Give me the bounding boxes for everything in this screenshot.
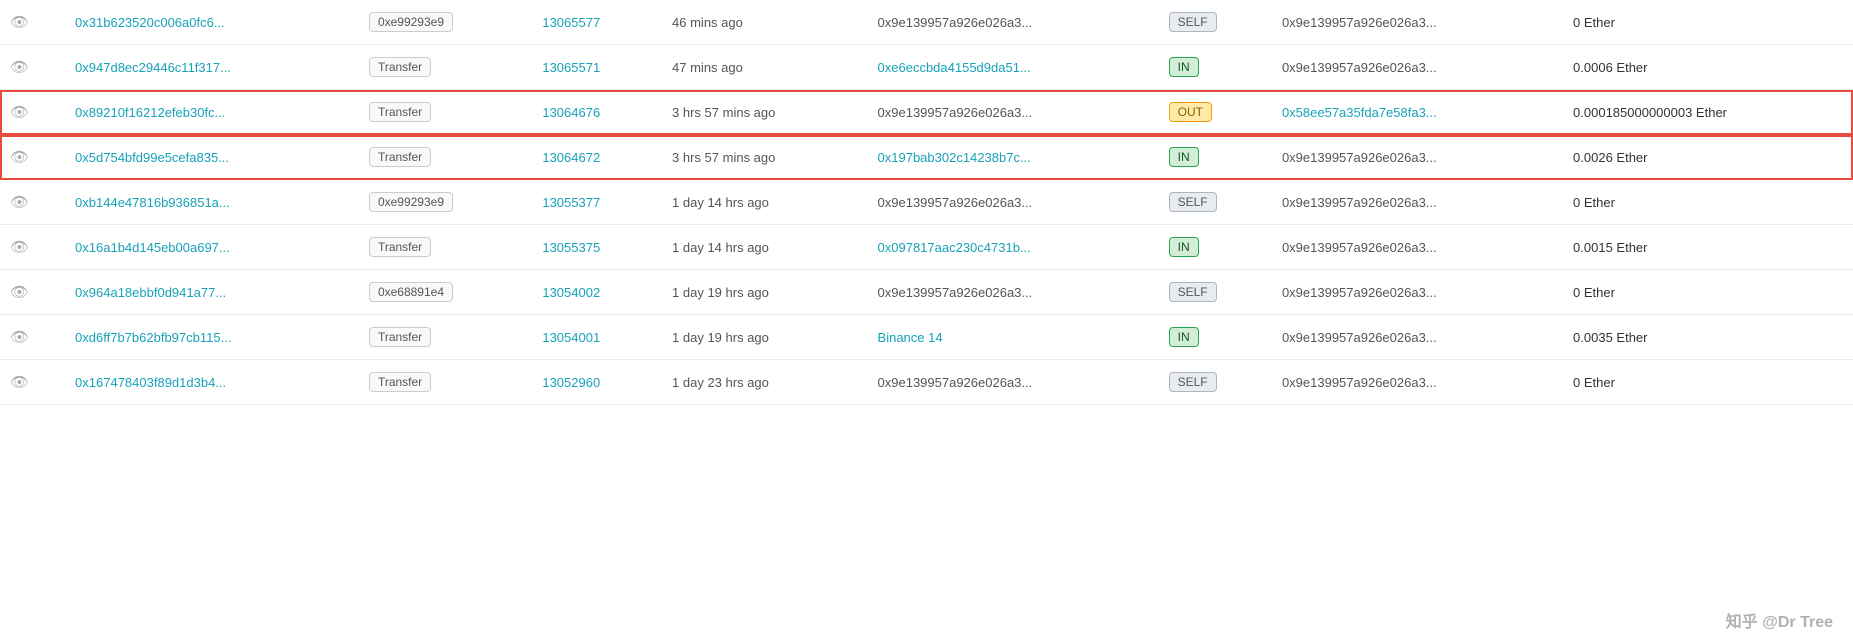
tx-hash-link[interactable]: 0x947d8ec29446c11f317... [75, 60, 231, 75]
eye-icon[interactable]: 👁 [10, 149, 29, 166]
method-badge: Transfer [369, 237, 431, 257]
direction-badge: IN [1169, 237, 1199, 257]
block-link[interactable]: 13054002 [542, 285, 600, 300]
to-address: 0x9e139957a926e026a3... [1282, 150, 1437, 165]
age-text: 1 day 23 hrs ago [672, 375, 769, 390]
value-text: 0.0006 Ether [1573, 60, 1647, 75]
method-badge: 0xe68891e4 [369, 282, 453, 302]
method-badge: Transfer [369, 147, 431, 167]
value-text: 0.0026 Ether [1573, 150, 1647, 165]
table-row: 👁 0x16a1b4d145eb00a697... Transfer 13055375… [0, 225, 1853, 270]
to-address: 0x9e139957a926e026a3... [1282, 195, 1437, 210]
block-link[interactable]: 13064672 [542, 150, 600, 165]
block-link[interactable]: 13064676 [542, 105, 600, 120]
eye-icon[interactable]: 👁 [10, 59, 29, 76]
tx-hash-link[interactable]: 0x5d754bfd99e5cefa835... [75, 150, 229, 165]
block-link[interactable]: 13054001 [542, 330, 600, 345]
to-address: 0x9e139957a926e026a3... [1282, 240, 1437, 255]
from-address[interactable]: 0x097817aac230c4731b... [878, 240, 1031, 255]
value-text: 0.0015 Ether [1573, 240, 1647, 255]
table-row: 👁 0x167478403f89d1d3b4... Transfer 13052960… [0, 360, 1853, 405]
table-row: 👁 0x5d754bfd99e5cefa835... Transfer 1306467… [0, 135, 1853, 180]
direction-badge: SELF [1169, 372, 1217, 392]
eye-icon[interactable]: 👁 [10, 14, 29, 31]
tx-hash-link[interactable]: 0x31b623520c006a0fc6... [75, 15, 225, 30]
table-row: 👁 0x89210f16212efeb30fc... Transfer 1306467… [0, 90, 1853, 135]
eye-icon[interactable]: 👁 [10, 329, 29, 346]
block-link[interactable]: 13065571 [542, 60, 600, 75]
method-badge: Transfer [369, 327, 431, 347]
age-text: 46 mins ago [672, 15, 743, 30]
direction-badge: IN [1169, 147, 1199, 167]
from-address: 0x9e139957a926e026a3... [878, 285, 1033, 300]
tx-hash-link[interactable]: 0xb144e47816b936851a... [75, 195, 230, 210]
age-text: 3 hrs 57 mins ago [672, 150, 775, 165]
age-text: 1 day 19 hrs ago [672, 330, 769, 345]
block-link[interactable]: 13052960 [542, 375, 600, 390]
method-badge: 0xe99293e9 [369, 192, 453, 212]
age-text: 1 day 14 hrs ago [672, 240, 769, 255]
block-link[interactable]: 13055377 [542, 195, 600, 210]
block-link[interactable]: 13055375 [542, 240, 600, 255]
from-address: 0x9e139957a926e026a3... [878, 375, 1033, 390]
transactions-table: 👁 0x31b623520c006a0fc6... 0xe99293e9 130655… [0, 0, 1853, 405]
table-row: 👁 0x964a18ebbf0d941a77... 0xe68891e4 130540… [0, 270, 1853, 315]
age-text: 1 day 19 hrs ago [672, 285, 769, 300]
method-badge: 0xe99293e9 [369, 12, 453, 32]
age-text: 1 day 14 hrs ago [672, 195, 769, 210]
eye-icon[interactable]: 👁 [10, 284, 29, 301]
to-address[interactable]: 0x58ee57a35fda7e58fa3... [1282, 105, 1437, 120]
to-address: 0x9e139957a926e026a3... [1282, 60, 1437, 75]
eye-icon[interactable]: 👁 [10, 239, 29, 256]
table-row: 👁 0xb144e47816b936851a... 0xe99293e9 130553… [0, 180, 1853, 225]
value-text: 0.000185000000003 Ether [1573, 105, 1727, 120]
from-address: 0x9e139957a926e026a3... [878, 105, 1033, 120]
eye-icon[interactable]: 👁 [10, 194, 29, 211]
direction-badge: SELF [1169, 12, 1217, 32]
from-address: 0x9e139957a926e026a3... [878, 15, 1033, 30]
direction-badge: SELF [1169, 192, 1217, 212]
value-text: 0.0035 Ether [1573, 330, 1647, 345]
table-row: 👁 0xd6ff7b7b62bfb97cb115... Transfer 130540… [0, 315, 1853, 360]
method-badge: Transfer [369, 372, 431, 392]
tx-hash-link[interactable]: 0x16a1b4d145eb00a697... [75, 240, 230, 255]
from-address[interactable]: Binance 14 [878, 330, 943, 345]
to-address: 0x9e139957a926e026a3... [1282, 330, 1437, 345]
tx-hash-link[interactable]: 0x89210f16212efeb30fc... [75, 105, 225, 120]
table-row: 👁 0x947d8ec29446c11f317... Transfer 1306557… [0, 45, 1853, 90]
age-text: 47 mins ago [672, 60, 743, 75]
method-badge: Transfer [369, 57, 431, 77]
to-address: 0x9e139957a926e026a3... [1282, 285, 1437, 300]
direction-badge: IN [1169, 57, 1199, 77]
value-text: 0 Ether [1573, 285, 1615, 300]
block-link[interactable]: 13065577 [542, 15, 600, 30]
eye-icon[interactable]: 👁 [10, 104, 29, 121]
value-text: 0 Ether [1573, 375, 1615, 390]
to-address: 0x9e139957a926e026a3... [1282, 375, 1437, 390]
direction-badge: SELF [1169, 282, 1217, 302]
method-badge: Transfer [369, 102, 431, 122]
tx-hash-link[interactable]: 0xd6ff7b7b62bfb97cb115... [75, 330, 231, 345]
from-address[interactable]: 0x197bab302c14238b7c... [878, 150, 1031, 165]
to-address: 0x9e139957a926e026a3... [1282, 15, 1437, 30]
tx-hash-link[interactable]: 0x167478403f89d1d3b4... [75, 375, 226, 390]
value-text: 0 Ether [1573, 15, 1615, 30]
watermark: 知乎 @Dr Tree [1726, 608, 1833, 632]
from-address[interactable]: 0xe6eccbda4155d9da51... [878, 60, 1031, 75]
tx-hash-link[interactable]: 0x964a18ebbf0d941a77... [75, 285, 226, 300]
eye-icon[interactable]: 👁 [10, 374, 29, 391]
from-address: 0x9e139957a926e026a3... [878, 195, 1033, 210]
age-text: 3 hrs 57 mins ago [672, 105, 775, 120]
direction-badge: IN [1169, 327, 1199, 347]
table-row: 👁 0x31b623520c006a0fc6... 0xe99293e9 130655… [0, 0, 1853, 45]
direction-badge: OUT [1169, 102, 1212, 122]
value-text: 0 Ether [1573, 195, 1615, 210]
